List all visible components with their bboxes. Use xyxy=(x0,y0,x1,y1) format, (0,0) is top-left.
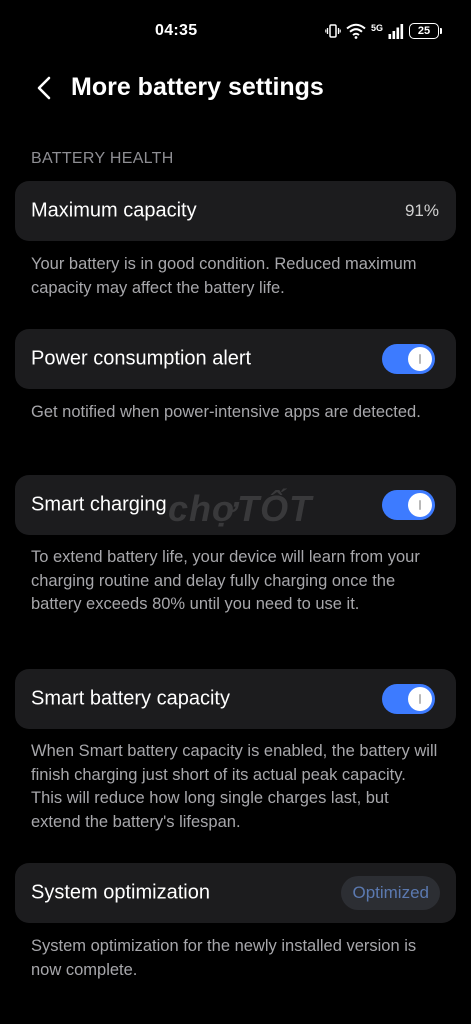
network-type: 5G xyxy=(370,22,383,33)
signal-icon xyxy=(388,24,404,39)
smart-charging-row[interactable]: Smart charging xyxy=(15,475,456,535)
toggle-knob xyxy=(408,687,432,711)
power-consumption-alert-toggle[interactable] xyxy=(382,344,435,374)
smart-battery-capacity-row[interactable]: Smart battery capacity xyxy=(15,669,456,729)
battery-level: 25 xyxy=(417,25,431,37)
status-bar: 04:35 5G 25 xyxy=(0,0,471,62)
header: More battery settings xyxy=(0,62,471,114)
status-time: 04:35 xyxy=(155,22,198,39)
system-optimization-label: System optimization xyxy=(31,881,210,904)
power-consumption-alert-row[interactable]: Power consumption alert xyxy=(15,329,456,389)
smart-battery-capacity-toggle[interactable] xyxy=(382,684,435,714)
toggle-knob xyxy=(408,347,432,371)
back-button[interactable] xyxy=(30,74,58,102)
battery-icon: 25 xyxy=(409,23,442,39)
power-consumption-alert-label: Power consumption alert xyxy=(31,347,252,370)
smart-battery-capacity-label: Smart battery capacity xyxy=(31,687,230,710)
smart-charging-description: To extend battery life, your device will… xyxy=(31,548,420,613)
chevron-left-icon xyxy=(37,76,51,100)
status-icons: 5G 25 xyxy=(325,22,442,40)
smart-charging-label: Smart charging xyxy=(31,493,167,516)
wifi-icon xyxy=(346,23,366,39)
maximum-capacity-value: 91% xyxy=(404,201,439,220)
page-title: More battery settings xyxy=(71,73,324,101)
power-consumption-alert-description: Get notified when power-intensive apps a… xyxy=(31,403,421,421)
maximum-capacity-row[interactable]: Maximum capacity 91% xyxy=(15,181,456,241)
section-header-battery-health: BATTERY HEALTH xyxy=(31,150,174,167)
system-optimization-description: System optimization for the newly instal… xyxy=(31,937,417,979)
maximum-capacity-label: Maximum capacity xyxy=(31,199,197,222)
system-optimization-row[interactable]: System optimization Optimized xyxy=(15,863,456,923)
smart-battery-capacity-description: When Smart battery capacity is enabled, … xyxy=(31,742,438,831)
smart-charging-toggle[interactable] xyxy=(382,490,435,520)
vibrate-icon xyxy=(325,24,341,38)
maximum-capacity-description: Your battery is in good condition. Reduc… xyxy=(31,255,417,297)
optimized-status-badge: Optimized xyxy=(341,876,440,910)
toggle-knob xyxy=(408,493,432,517)
